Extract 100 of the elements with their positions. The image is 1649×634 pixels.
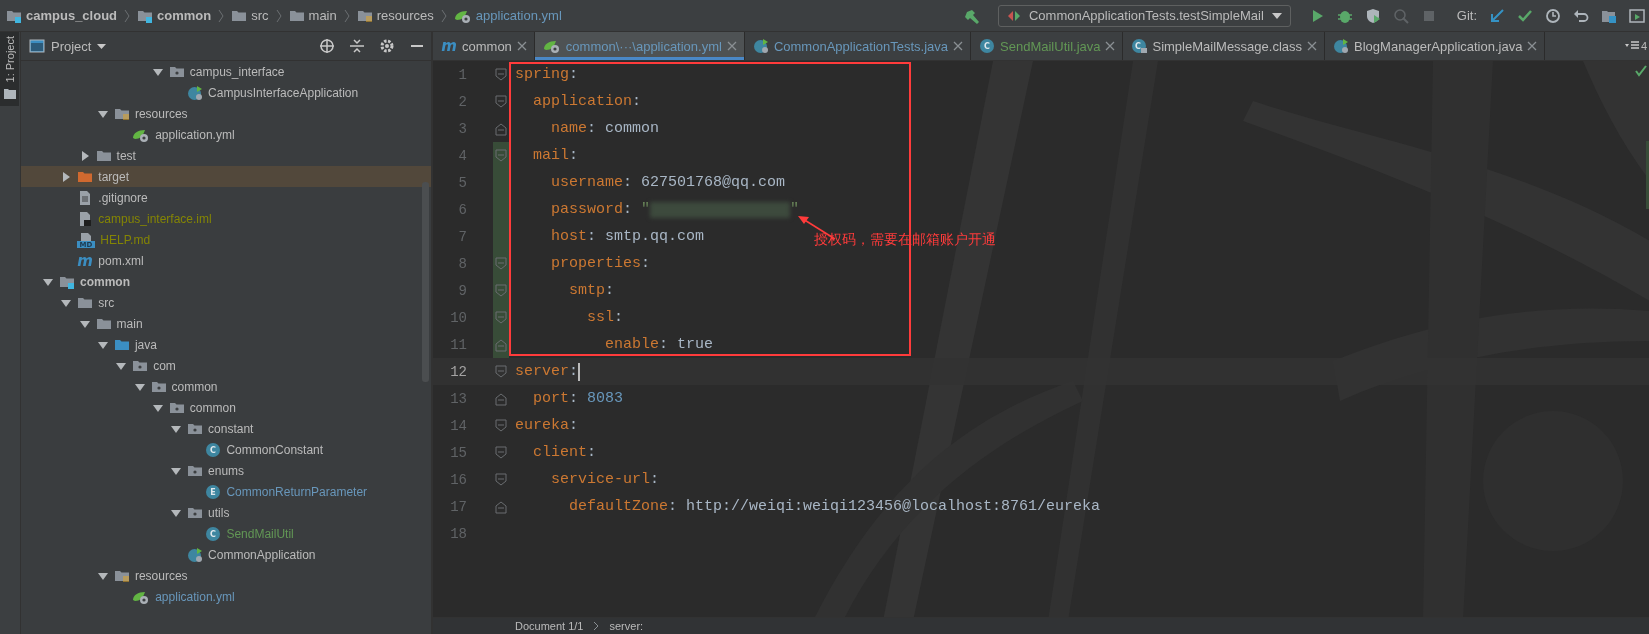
editor-tab[interactable]: C SendMailUtil.java (971, 32, 1124, 60)
editor-tab[interactable]: m common (433, 32, 535, 60)
locate-icon[interactable] (319, 38, 335, 54)
close-icon[interactable] (726, 41, 737, 51)
line-number: 6 (457, 201, 467, 218)
yaml-key: ssl (515, 309, 615, 326)
caret-icon (97, 43, 107, 49)
tree-item[interactable]: src (21, 292, 431, 313)
tree-item[interactable]: m pom.xml (21, 250, 431, 271)
tree-item[interactable]: C SendMailUtil (21, 523, 431, 544)
tree-item[interactable]: common (21, 397, 431, 418)
editor-tab[interactable]: BlogManagerApplication.java (1325, 32, 1546, 60)
close-icon[interactable] (1527, 41, 1538, 51)
close-icon[interactable] (953, 41, 964, 51)
close-icon[interactable] (516, 41, 527, 51)
collapse-all-icon[interactable] (349, 38, 365, 54)
tree-item[interactable]: test (21, 145, 431, 166)
tree-item[interactable]: target (21, 166, 431, 187)
tree-item[interactable]: common (21, 376, 431, 397)
clock-icon[interactable] (1545, 7, 1561, 24)
breadcrumb-item[interactable]: Document 1/1 (515, 620, 584, 632)
tree-item[interactable]: E CommonReturnParameter (21, 481, 431, 502)
fold-marker-icon[interactable] (495, 364, 507, 379)
fold-marker-icon[interactable] (495, 256, 507, 271)
fold-marker-icon[interactable] (495, 121, 507, 136)
text-caret (578, 362, 581, 381)
fold-marker-icon[interactable] (495, 391, 507, 406)
fold-marker-icon[interactable] (495, 472, 507, 487)
folder-icon (3, 88, 16, 101)
yaml-value: 8083 (587, 390, 624, 407)
tree-item[interactable]: resources (21, 565, 431, 586)
list-icon (1624, 41, 1639, 51)
window-icon[interactable] (1629, 7, 1645, 24)
close-icon[interactable] (1105, 41, 1116, 51)
line-number: 13 (449, 390, 467, 407)
tab-list-button[interactable]: 4 (1622, 32, 1649, 60)
tree-item[interactable]: campus_interface (21, 61, 431, 82)
tree-item[interactable]: com (21, 355, 431, 376)
breadcrumb-item[interactable]: src (231, 7, 269, 24)
breadcrumb-item[interactable]: server: (609, 620, 644, 632)
scrollbar-thumb[interactable] (422, 182, 429, 382)
yaml-value: common (605, 120, 660, 137)
fold-marker-icon[interactable] (495, 445, 507, 460)
fold-marker-icon[interactable] (495, 67, 507, 82)
tree-item[interactable]: CampusInterfaceApplication (21, 82, 431, 103)
tree-item[interactable]: .gitignore (21, 187, 431, 208)
arrow-icon[interactable] (1489, 7, 1505, 24)
tree-item[interactable]: C CommonConstant (21, 439, 431, 460)
tree-item[interactable]: CommonApplication (21, 544, 431, 565)
maven-icon: m (77, 252, 94, 269)
settings-icon[interactable] (379, 38, 395, 54)
fold-marker-icon[interactable] (495, 283, 507, 298)
tree-item[interactable]: enums (21, 460, 431, 481)
yaml-value: smtp.qq.com (605, 228, 705, 245)
fold-marker-icon[interactable] (495, 310, 507, 325)
fold-marker-icon[interactable] (495, 337, 507, 352)
editor-tab[interactable]: C SimpleMailMessage.class (1123, 32, 1326, 60)
fold-marker-icon[interactable] (495, 418, 507, 433)
line-number: 12 (449, 363, 467, 380)
run-configuration-dropdown[interactable]: CommonApplicationTests.testSimpleMail (997, 4, 1291, 27)
breadcrumb-item[interactable]: resources (356, 7, 434, 24)
line-number: 11 (449, 336, 467, 353)
editor-tab[interactable]: CommonApplicationTests.java (744, 32, 972, 60)
colon: : (650, 471, 660, 488)
tree-item[interactable]: utils (21, 502, 431, 523)
breadcrumb-item[interactable]: application.yml (453, 7, 562, 24)
yaml-key: server (515, 363, 569, 380)
yaml-value: " (641, 201, 651, 218)
breadcrumb-item[interactable]: main (288, 7, 337, 24)
tree-item[interactable]: application.yml (21, 586, 431, 607)
yaml-key: port (515, 390, 569, 407)
tree-item[interactable]: application.yml (21, 124, 431, 145)
spring-class-icon (187, 84, 204, 101)
tree-item[interactable]: main (21, 313, 431, 334)
colon: : (569, 363, 579, 380)
project-view-dropdown[interactable]: Project (29, 38, 107, 54)
line-number: 10 (449, 309, 467, 326)
line-number: 14 (449, 417, 467, 434)
tree-item[interactable]: constant (21, 418, 431, 439)
locked-class-icon: C (1131, 38, 1148, 54)
close-icon[interactable] (1307, 41, 1318, 51)
coverage-icon[interactable] (1364, 7, 1381, 24)
tree-item[interactable]: common (21, 271, 431, 292)
fold-marker-icon[interactable] (495, 94, 507, 109)
breadcrumb-item[interactable]: common (137, 7, 212, 24)
hammer-icon[interactable] (963, 7, 980, 24)
tree-item[interactable]: resources (21, 103, 431, 124)
project-tool-tab[interactable]: 1: Project (0, 32, 19, 107)
chevron-icon (342, 7, 351, 24)
spring-class-icon (187, 546, 204, 563)
fold-marker-icon[interactable] (495, 499, 507, 514)
yaml-key: defaultZone (515, 498, 669, 515)
yaml-key: smtp (515, 282, 605, 299)
fold-marker-icon[interactable] (495, 148, 507, 163)
yaml-key: eureka (515, 417, 569, 434)
breadcrumb-item[interactable]: campus_cloud (6, 7, 118, 24)
yaml-key: service-url (515, 471, 651, 488)
yaml-value: " (790, 201, 800, 218)
tree-item[interactable]: java (21, 334, 431, 355)
colon: : (632, 93, 642, 110)
